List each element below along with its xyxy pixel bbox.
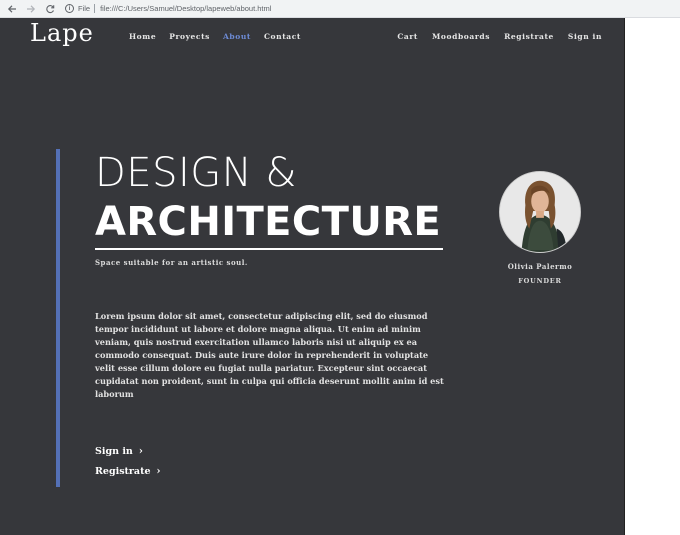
browser-toolbar: i File file:///C:/Users/Samuel/Desktop/l… [0,0,680,18]
headline-underline [95,248,443,250]
site-logo[interactable]: Lape [30,19,94,47]
about-paragraph: Lorem ipsum dolor sit amet, consectetur … [95,311,444,399]
portrait-image [500,172,580,252]
registrate-label: Registrate [95,466,151,477]
account-nav: Cart Moodboards Registrate Sign in [383,32,602,41]
arrow-left-icon [7,4,16,13]
nav-about[interactable]: About [223,32,251,41]
founder-name: Olivia Palermo [507,262,573,271]
sign-in-link[interactable]: Sign in › [95,446,143,457]
back-button[interactable] [5,2,19,16]
headline-ampersand: & [265,150,298,196]
reload-button[interactable] [43,2,57,16]
nav-home[interactable]: Home [129,32,156,41]
page-gutter [624,18,680,535]
url-scheme: File [78,4,91,13]
nav-contact[interactable]: Contact [264,32,301,41]
sign-in-label: Sign in [95,446,133,457]
founder-avatar [499,171,581,253]
tagline: Space suitable for an artistic soul. [95,258,248,267]
accent-bar [56,149,60,487]
headline-design: DESIGN & [95,150,297,196]
nav-registrate[interactable]: Registrate [504,32,554,41]
founder-role: FOUNDER [518,277,562,285]
nav-moodboards[interactable]: Moodboards [432,32,490,41]
headline-design-word: DESIGN [95,150,253,196]
chevron-right-icon: › [138,446,143,457]
nav-sign-in[interactable]: Sign in [568,32,602,41]
chevron-right-icon: › [156,466,161,477]
page-viewport: Lape Home Proyects About Contact Cart Mo… [0,18,624,535]
headline-architecture: ARCHITECTURE [95,199,442,245]
forward-button[interactable] [24,2,38,16]
arrow-right-icon [27,4,36,13]
info-icon[interactable]: i [65,4,74,13]
nav-cart[interactable]: Cart [397,32,418,41]
address-separator [94,4,96,13]
nav-proyects[interactable]: Proyects [169,32,210,41]
reload-icon [46,4,55,13]
url-text[interactable]: file:///C:/Users/Samuel/Desktop/lapeweb/… [100,4,271,13]
primary-nav: Home Proyects About Contact [129,32,314,41]
address-bar[interactable]: i File file:///C:/Users/Samuel/Desktop/l… [65,2,271,16]
registrate-link[interactable]: Registrate › [95,466,161,477]
